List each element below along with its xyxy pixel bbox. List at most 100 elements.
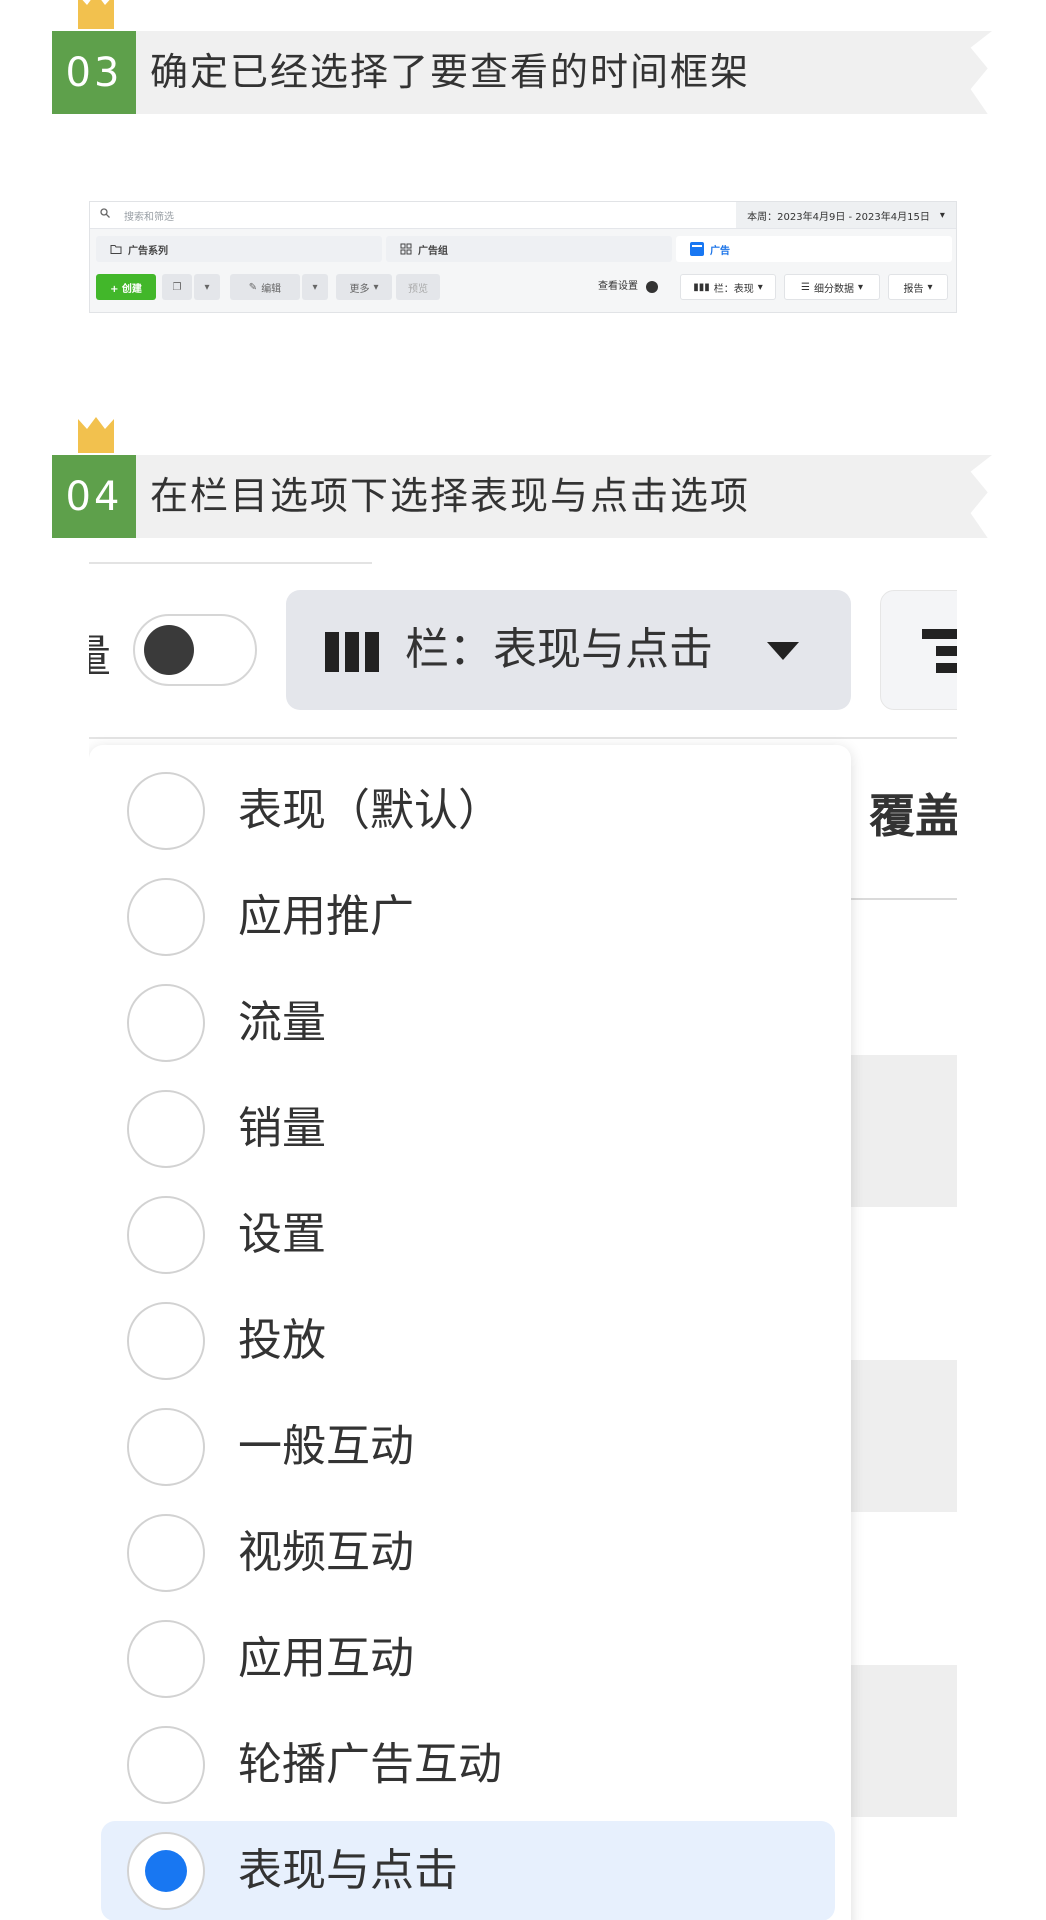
menu-item-engagement[interactable]: 一般互动	[101, 1397, 835, 1497]
menu-item-app-engagement[interactable]: 应用互动	[101, 1609, 835, 1709]
preview-button[interactable]: 预览	[396, 274, 440, 300]
chevron-down-icon: ▾	[757, 281, 763, 293]
radio-button[interactable]	[127, 1620, 205, 1698]
breakdown-label: 细分数据	[813, 283, 854, 295]
columns-button-label: 栏：表现与点击	[405, 624, 713, 675]
date-range-label: 本周：2023年4月9日 - 2023年4月15日	[747, 211, 930, 223]
radio-button[interactable]	[127, 772, 205, 850]
step-04-banner: 04 在栏目选项下选择表现与点击选项	[52, 417, 992, 538]
view-settings-toggle[interactable]	[646, 281, 658, 293]
menu-item-label: 投放	[238, 1315, 326, 1366]
menu-item-label: 设置	[238, 1209, 326, 1260]
tab-label: 广告组	[418, 245, 448, 257]
menu-item-sales[interactable]: 销量	[101, 1079, 835, 1179]
breakdown-icon: ☰	[801, 281, 810, 293]
create-label: + 创建	[110, 283, 142, 295]
pencil-icon: ✎	[248, 281, 258, 293]
divider	[89, 562, 372, 564]
menu-item-performance-default[interactable]: 表现（默认）	[101, 761, 835, 861]
search-bar[interactable]: 搜索和筛选 本周：2023年4月9日 - 2023年4月15日 ▾	[90, 202, 956, 229]
columns-button[interactable]: ▮▮▮ 栏：表现 ▾	[680, 274, 776, 300]
menu-item-setup[interactable]: 设置	[101, 1185, 835, 1285]
tab-label: 广告系列	[128, 245, 168, 257]
menu-item-label: 流量	[238, 997, 326, 1048]
partial-label: 量	[89, 620, 111, 684]
radio-button[interactable]	[127, 984, 205, 1062]
menu-item-label: 应用互动	[238, 1633, 414, 1684]
chevron-down-icon: ▾	[927, 281, 933, 293]
column-header-partial: 覆盖	[869, 789, 957, 843]
table-row-stripe	[849, 1665, 957, 1817]
tab-label: 广告	[710, 245, 730, 257]
toolbar-divider	[89, 737, 957, 739]
radio-button[interactable]	[127, 1408, 205, 1486]
step-number: 04	[52, 455, 136, 538]
radio-button-selected[interactable]	[127, 1832, 205, 1910]
edit-button[interactable]: ✎ 编辑	[230, 274, 300, 300]
edit-dropdown[interactable]: ▾	[302, 274, 328, 300]
breakdown-button[interactable]	[880, 590, 957, 710]
tab-ad-sets[interactable]: 广告组	[386, 236, 672, 262]
search-placeholder: 搜索和筛选	[124, 212, 174, 223]
menu-item-label: 表现与点击	[238, 1845, 458, 1896]
reports-label: 报告	[903, 283, 924, 295]
create-button[interactable]: + 创建	[96, 274, 156, 300]
breakdown-icon	[922, 629, 957, 673]
step-instruction: 在栏目选项下选择表现与点击选项	[150, 474, 751, 518]
toggle-knob	[144, 625, 194, 675]
menu-item-video-engagement[interactable]: 视频互动	[101, 1503, 835, 1603]
columns-dropdown-menu: 表现（默认） 应用推广 流量 销量 设置 投放 一般互动 视频互动 应用互动 轮…	[89, 745, 851, 1920]
chevron-down-icon: ▾	[857, 281, 863, 293]
copy-icon: ❐	[172, 281, 182, 293]
crown-icon	[78, 417, 114, 453]
table-row-stripe	[849, 1360, 957, 1512]
date-range-picker[interactable]: 本周：2023年4月9日 - 2023年4月15日 ▾	[736, 202, 956, 228]
menu-item-label: 表现（默认）	[238, 785, 502, 836]
menu-item-label: 销量	[238, 1103, 326, 1154]
grid-icon	[400, 243, 412, 255]
columns-button[interactable]: 栏：表现与点击	[286, 590, 851, 710]
search-icon	[100, 208, 110, 218]
caret-down-icon	[767, 642, 799, 660]
duplicate-button[interactable]: ❐	[162, 274, 192, 300]
chevron-down-icon: ▾	[939, 209, 945, 221]
tab-ads[interactable]: 广告	[676, 236, 952, 262]
columns-icon	[325, 632, 379, 672]
radio-button[interactable]	[127, 1514, 205, 1592]
columns-menu-screenshot: 量 栏：表现与点击 覆盖 表现（默认） 应用推广	[89, 555, 957, 1920]
header-divider	[849, 898, 957, 900]
columns-label: 栏：表现	[713, 283, 754, 295]
radio-button[interactable]	[127, 1726, 205, 1804]
view-settings-toggle[interactable]	[133, 614, 257, 686]
table-row-stripe	[849, 1055, 957, 1207]
edit-label: 编辑	[261, 283, 282, 295]
chevron-down-icon: ▾	[204, 281, 210, 293]
menu-item-carousel-engagement[interactable]: 轮播广告互动	[101, 1715, 835, 1815]
breakdown-button[interactable]: ☰ 细分数据 ▾	[784, 274, 880, 300]
reports-button[interactable]: 报告 ▾	[888, 274, 948, 300]
menu-item-label: 视频互动	[238, 1527, 414, 1578]
radio-button[interactable]	[127, 878, 205, 956]
menu-item-label: 应用推广	[238, 891, 414, 942]
chevron-down-icon: ▾	[312, 281, 318, 293]
radio-button[interactable]	[127, 1090, 205, 1168]
duplicate-dropdown[interactable]: ▾	[194, 274, 220, 300]
chevron-down-icon: ▾	[373, 281, 379, 293]
menu-item-traffic[interactable]: 流量	[101, 973, 835, 1073]
step-number: 03	[52, 31, 136, 114]
menu-item-app-promotion[interactable]: 应用推广	[101, 867, 835, 967]
view-settings-label: 查看设置	[598, 281, 638, 292]
columns-icon: ▮▮▮	[693, 281, 710, 293]
crown-icon	[78, 0, 114, 29]
preview-label: 预览	[408, 283, 428, 295]
menu-item-delivery[interactable]: 投放	[101, 1291, 835, 1391]
radio-button[interactable]	[127, 1302, 205, 1380]
radio-dot	[145, 1850, 187, 1892]
menu-item-performance-and-clicks[interactable]: 表现与点击	[101, 1821, 835, 1920]
radio-button[interactable]	[127, 1196, 205, 1274]
more-button[interactable]: 更多 ▾	[336, 274, 392, 300]
tab-campaigns[interactable]: 广告系列	[96, 236, 382, 262]
menu-item-label: 一般互动	[238, 1421, 414, 1472]
more-label: 更多	[349, 283, 370, 295]
ads-manager-toolbar-screenshot: 搜索和筛选 本周：2023年4月9日 - 2023年4月15日 ▾ 广告系列 广…	[89, 201, 957, 313]
